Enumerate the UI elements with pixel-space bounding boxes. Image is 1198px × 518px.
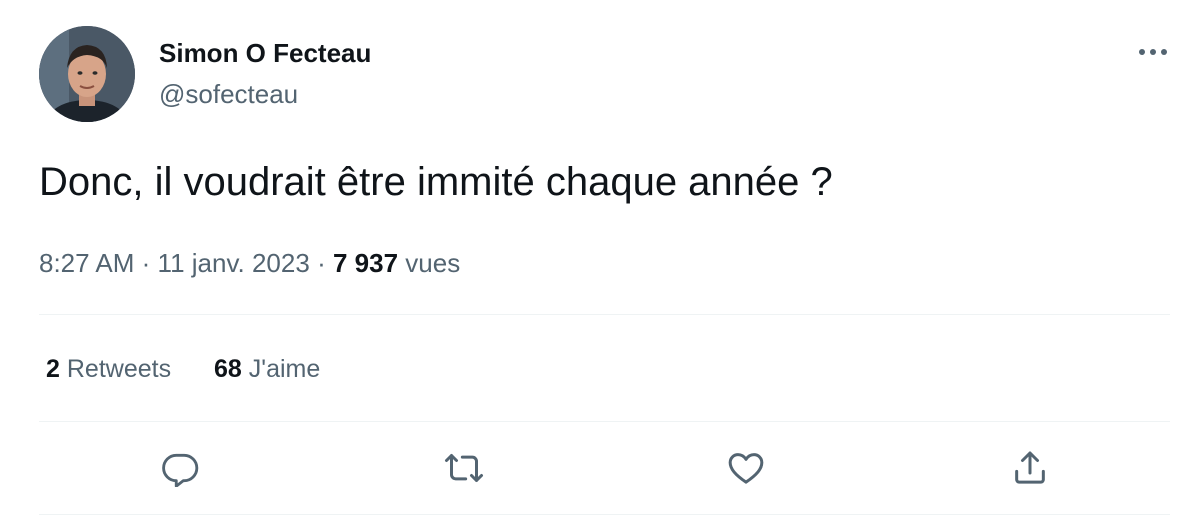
divider	[39, 421, 1170, 422]
heart-icon	[728, 453, 764, 484]
retweets-count: 2	[46, 355, 60, 383]
reply-button[interactable]	[159, 446, 203, 490]
retweet-icon	[445, 454, 483, 482]
tweet-meta: 8:27 AM · 11 janv. 2023 · 7 937 vues	[39, 248, 460, 279]
tweet-card: Simon O Fecteau @sofecteau Donc, il voud…	[0, 0, 1198, 518]
engagement-stats: 2 Retweets 68 J'aime	[46, 355, 356, 384]
more-options-button[interactable]	[1138, 40, 1168, 64]
divider	[39, 514, 1170, 515]
meta-separator: ·	[141, 248, 151, 278]
more-horizontal-icon	[1139, 49, 1167, 55]
views-label: vues	[405, 248, 461, 278]
likes-stat[interactable]: 68 J'aime	[214, 355, 320, 383]
reply-icon	[162, 453, 199, 487]
retweets-stat[interactable]: 2 Retweets	[46, 355, 171, 383]
views-count: 7 937	[332, 248, 399, 278]
retweet-button[interactable]	[442, 446, 486, 490]
divider	[39, 314, 1170, 315]
author-name[interactable]: Simon O Fecteau	[159, 38, 371, 69]
avatar-image	[39, 26, 135, 122]
share-button[interactable]	[1008, 446, 1052, 490]
tweet-time[interactable]: 8:27 AM	[39, 248, 134, 278]
likes-count: 68	[214, 355, 242, 383]
author-handle[interactable]: @sofecteau	[159, 79, 298, 110]
retweets-label: Retweets	[66, 355, 172, 383]
share-icon	[1015, 451, 1045, 484]
like-button[interactable]	[724, 446, 768, 490]
tweet-text: Donc, il voudrait être immité chaque ann…	[39, 160, 833, 204]
avatar[interactable]	[39, 26, 135, 122]
likes-label: J'aime	[248, 355, 321, 383]
tweet-date[interactable]: 11 janv. 2023	[158, 248, 310, 278]
meta-separator: ·	[317, 248, 326, 278]
